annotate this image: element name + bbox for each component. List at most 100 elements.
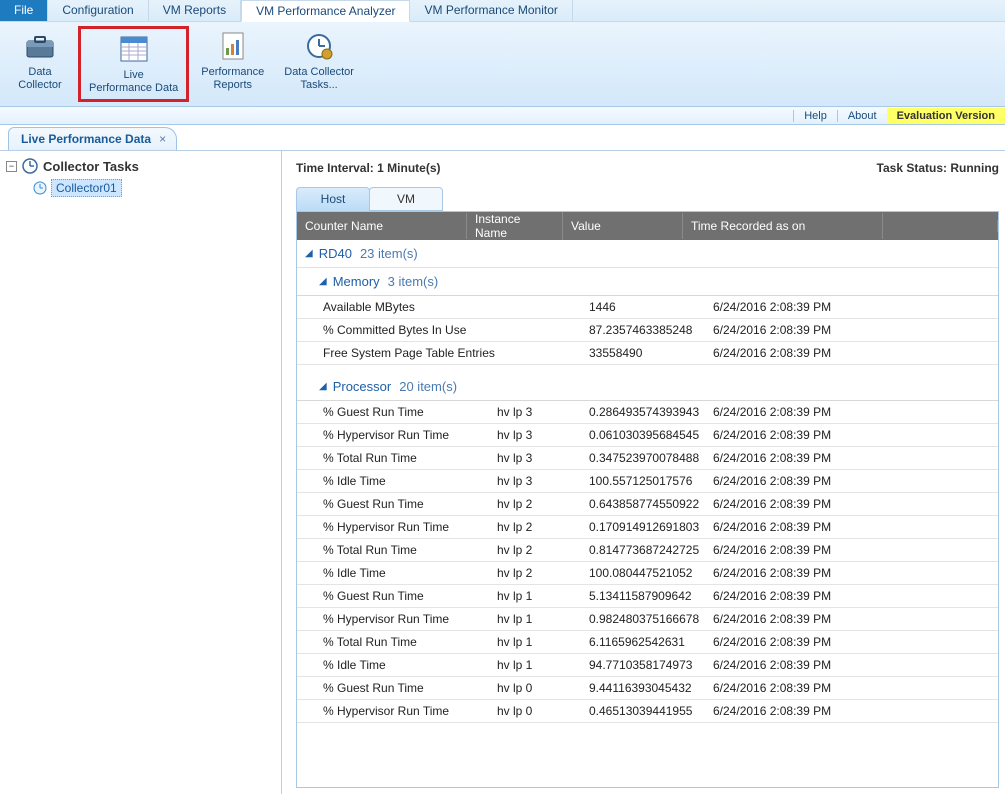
group-count: 23 item(s): [360, 246, 418, 261]
cell-time: 6/24/2016 2:08:39 PM: [713, 658, 913, 672]
interval-value: 1 Minute(s): [377, 161, 440, 175]
tab-file[interactable]: File: [0, 0, 48, 21]
table-row[interactable]: % Committed Bytes In Use 87.2357463385248…: [297, 319, 998, 342]
cell-counter-name: Free System Page Table Entries: [319, 346, 497, 360]
content-pane: Time Interval: 1 Minute(s) Task Status: …: [282, 151, 1005, 794]
task-status-label: Task Status:: [877, 161, 947, 175]
tab-vm-performance-monitor[interactable]: VM Performance Monitor: [410, 0, 572, 21]
cell-counter-name: Available MBytes: [319, 300, 497, 314]
group-memory[interactable]: ◢ Memory 3 item(s): [297, 268, 998, 296]
group-rd40[interactable]: ◢ RD40 23 item(s): [297, 240, 998, 268]
cell-time: 6/24/2016 2:08:39 PM: [713, 704, 913, 718]
document-tabs: Live Performance Data ×: [0, 125, 1005, 151]
ribbon-label: Performance: [201, 66, 264, 79]
chevron-down-icon: ◢: [319, 276, 327, 287]
group-processor[interactable]: ◢ Processor 20 item(s): [297, 373, 998, 401]
ribbon-label: Tasks...: [300, 79, 337, 92]
cell-value: 1446: [589, 300, 713, 314]
data-grid: Counter Name Instance Name Value Time Re…: [296, 211, 999, 788]
tab-configuration[interactable]: Configuration: [48, 0, 148, 21]
ribbon-label: Live: [124, 69, 144, 82]
tab-vm[interactable]: VM: [369, 187, 443, 211]
group-count: 3 item(s): [388, 274, 439, 289]
briefcase-icon: [24, 30, 56, 62]
table-row[interactable]: % Guest Run Timehv lp 09.441163930454326…: [297, 677, 998, 700]
table-row[interactable]: % Total Run Timehv lp 20.814773687242725…: [297, 539, 998, 562]
cell-instance: hv lp 3: [497, 428, 589, 442]
tab-host[interactable]: Host: [296, 187, 370, 211]
table-row[interactable]: % Hypervisor Run Timehv lp 20.1709149126…: [297, 516, 998, 539]
cell-time: 6/24/2016 2:08:39 PM: [713, 428, 913, 442]
cell-time: 6/24/2016 2:08:39 PM: [713, 474, 913, 488]
table-row[interactable]: % Idle Timehv lp 194.77103581749736/24/2…: [297, 654, 998, 677]
cell-instance: [497, 346, 589, 360]
cell-counter-name: % Guest Run Time: [319, 589, 497, 603]
table-row[interactable]: % Idle Timehv lp 2100.0804475210526/24/2…: [297, 562, 998, 585]
tab-vm-performance-analyzer[interactable]: VM Performance Analyzer: [241, 0, 410, 22]
data-collector-tasks-button[interactable]: Data Collector Tasks...: [276, 26, 362, 96]
cell-value: 87.2357463385248: [589, 323, 713, 337]
cell-time: 6/24/2016 2:08:39 PM: [713, 635, 913, 649]
status-strip: Help About Evaluation Version: [0, 107, 1005, 125]
spreadsheet-icon: [118, 33, 150, 65]
cell-value: 100.557125017576: [589, 474, 713, 488]
table-row[interactable]: % Total Run Timehv lp 30.347523970078488…: [297, 447, 998, 470]
cell-time: 6/24/2016 2:08:39 PM: [713, 612, 913, 626]
close-icon[interactable]: ×: [159, 132, 166, 146]
table-row[interactable]: Free System Page Table Entries 335584906/…: [297, 342, 998, 365]
cell-instance: hv lp 2: [497, 566, 589, 580]
cell-counter-name: % Hypervisor Run Time: [319, 428, 497, 442]
cell-time: 6/24/2016 2:08:39 PM: [713, 566, 913, 580]
inner-tabs: Host VM: [296, 187, 999, 211]
cell-counter-name: % Guest Run Time: [319, 497, 497, 511]
col-value[interactable]: Value: [563, 213, 683, 239]
col-counter-name[interactable]: Counter Name: [297, 213, 467, 239]
table-row[interactable]: % Guest Run Timehv lp 30.286493574393943…: [297, 401, 998, 424]
table-row[interactable]: % Hypervisor Run Timehv lp 10.9824803751…: [297, 608, 998, 631]
time-interval: Time Interval: 1 Minute(s): [296, 161, 441, 175]
interval-label: Time Interval:: [296, 161, 374, 175]
cell-counter-name: % Total Run Time: [319, 451, 497, 465]
cell-time: 6/24/2016 2:08:39 PM: [713, 451, 913, 465]
cell-instance: hv lp 1: [497, 658, 589, 672]
cell-value: 33558490: [589, 346, 713, 360]
cell-counter-name: % Committed Bytes In Use: [319, 323, 497, 337]
collapse-icon[interactable]: −: [6, 161, 17, 172]
subtab-live-performance-data[interactable]: Live Performance Data ×: [8, 127, 177, 150]
table-row[interactable]: % Guest Run Timehv lp 20.643858774550922…: [297, 493, 998, 516]
group-name: Processor: [333, 379, 392, 394]
cell-instance: hv lp 3: [497, 405, 589, 419]
cell-time: 6/24/2016 2:08:39 PM: [713, 346, 913, 360]
ribbon-label: Performance Data: [89, 82, 178, 95]
table-row[interactable]: % Hypervisor Run Timehv lp 30.0610303956…: [297, 424, 998, 447]
about-link[interactable]: About: [837, 110, 887, 122]
cell-value: 0.061030395684545: [589, 428, 713, 442]
performance-reports-button[interactable]: Performance Reports: [193, 26, 272, 96]
table-row[interactable]: % Guest Run Timehv lp 15.134115879096426…: [297, 585, 998, 608]
cell-counter-name: % Hypervisor Run Time: [319, 704, 497, 718]
tab-vm-reports[interactable]: VM Reports: [149, 0, 241, 21]
status-row: Time Interval: 1 Minute(s) Task Status: …: [296, 161, 999, 175]
table-row[interactable]: % Idle Timehv lp 3100.5571250175766/24/2…: [297, 470, 998, 493]
cell-time: 6/24/2016 2:08:39 PM: [713, 300, 913, 314]
cell-instance: hv lp 0: [497, 704, 589, 718]
grid-header: Counter Name Instance Name Value Time Re…: [297, 212, 998, 240]
grid-body[interactable]: ◢ RD40 23 item(s) ◢ Memory 3 item(s) Ava…: [297, 240, 998, 787]
live-performance-data-button[interactable]: Live Performance Data: [78, 26, 189, 102]
table-row[interactable]: Available MBytes 14466/24/2016 2:08:39 PM: [297, 296, 998, 319]
col-time-recorded[interactable]: Time Recorded as on: [683, 213, 883, 239]
cell-counter-name: % Idle Time: [319, 566, 497, 580]
ribbon-label: Reports: [213, 79, 252, 92]
table-row[interactable]: % Hypervisor Run Timehv lp 00.4651303944…: [297, 700, 998, 723]
help-link[interactable]: Help: [793, 110, 837, 122]
cell-instance: hv lp 1: [497, 635, 589, 649]
table-row[interactable]: % Total Run Timehv lp 16.11659625426316/…: [297, 631, 998, 654]
ribbon-body: Data Collector Live Performance Data Per…: [0, 22, 1005, 107]
tree-root[interactable]: − Collector Tasks: [6, 157, 275, 175]
cell-time: 6/24/2016 2:08:39 PM: [713, 589, 913, 603]
evaluation-badge: Evaluation Version: [887, 108, 1005, 124]
cell-counter-name: % Hypervisor Run Time: [319, 612, 497, 626]
tree-item-collector01[interactable]: Collector01: [32, 179, 275, 197]
ribbon-label: Data: [28, 66, 51, 79]
data-collector-button[interactable]: Data Collector: [6, 26, 74, 96]
